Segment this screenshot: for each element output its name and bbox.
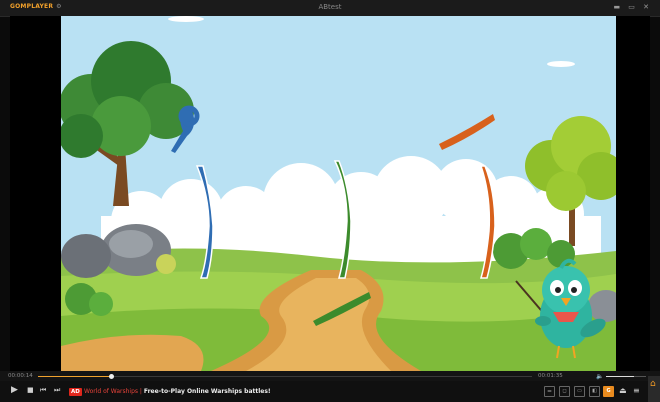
window-title: ABtest	[318, 3, 342, 11]
equalizer-icon[interactable]: ⚌	[544, 386, 555, 397]
ad-banner[interactable]: World of Warships | Free-to-Play Online …	[84, 388, 271, 396]
cloud-top	[168, 16, 204, 22]
ad-badge: AD	[69, 388, 82, 396]
subtitle-icon[interactable]: ▭	[574, 386, 585, 397]
next-icon[interactable]: ⏭	[54, 386, 60, 395]
playlist-icon[interactable]: ≡	[633, 386, 640, 395]
seek-progress	[38, 376, 111, 377]
cloud-small	[547, 61, 575, 67]
play-icon[interactable]: ▶	[11, 385, 18, 395]
gom-store-icon[interactable]: ⌂	[648, 376, 660, 402]
gom-menu-icon[interactable]: G	[603, 386, 614, 397]
video-frame[interactable]	[61, 16, 616, 371]
eject-icon[interactable]: ⏏	[619, 386, 627, 395]
current-time: 00:00:14	[8, 373, 33, 379]
aspect-icon[interactable]: ◧	[589, 386, 600, 397]
seek-bar[interactable]	[38, 374, 532, 379]
volume-slider[interactable]	[606, 376, 646, 377]
control-bar: ▶ ■ ⏮ ⏭ AD World of Warships | Free-to-P…	[0, 381, 660, 402]
volume-level	[606, 376, 634, 377]
window-controls[interactable]: ▬ ▭ ✕	[613, 3, 652, 11]
prev-icon[interactable]: ⏮	[40, 386, 46, 395]
ad-description[interactable]: Free-to-Play Online Warships battles!	[144, 388, 271, 395]
seek-row: 00:00:14 00:01:35 🔈	[0, 371, 660, 381]
ad-brand[interactable]: World of Warships	[84, 388, 138, 395]
total-time: 00:01:35	[538, 373, 563, 379]
capture-icon[interactable]: ◻	[559, 386, 570, 397]
seek-handle[interactable]	[108, 374, 114, 379]
home-icon: ⌂	[650, 379, 656, 389]
volume-icon[interactable]: 🔈	[596, 373, 603, 380]
title-bar: GOMPLAYER ⚙ ABtest ▬ ▭ ✕	[0, 0, 660, 17]
stop-icon[interactable]: ■	[27, 386, 34, 394]
